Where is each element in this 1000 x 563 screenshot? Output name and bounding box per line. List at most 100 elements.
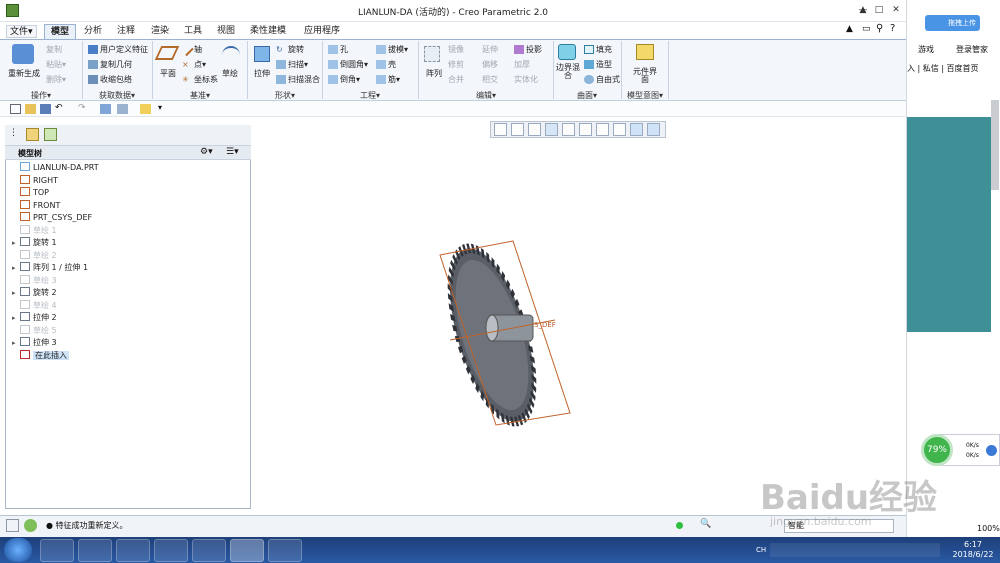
- plane-button[interactable]: 平面: [160, 68, 176, 79]
- show-menu-icon[interactable]: ☰▾: [226, 147, 239, 157]
- system-tray[interactable]: [770, 543, 940, 557]
- settings-icon[interactable]: ⚙▾: [200, 147, 213, 157]
- taskbar-paint-icon[interactable]: [268, 539, 302, 562]
- rib-button[interactable]: 筋▾: [376, 74, 400, 85]
- project-button[interactable]: 投影: [514, 44, 542, 55]
- copy-button[interactable]: 复制: [46, 44, 62, 55]
- tree-item[interactable]: FRONT: [12, 199, 60, 212]
- top-links[interactable]: 入 | 私信 | 百度首页: [907, 63, 979, 74]
- group-get-data-label[interactable]: 获取数据▾: [84, 90, 150, 100]
- expand-icon[interactable]: ▸: [12, 337, 20, 349]
- expand-icon[interactable]: ▸: [12, 312, 20, 324]
- undo-icon[interactable]: ↶: [55, 103, 63, 113]
- customize-qat-icon[interactable]: ▾: [158, 103, 162, 112]
- extend-button[interactable]: 延伸: [482, 44, 498, 55]
- revolve-button[interactable]: ↻ 旋转: [276, 44, 304, 55]
- close-window-icon[interactable]: [140, 104, 151, 114]
- chamfer-button[interactable]: 倒角▾: [328, 74, 360, 85]
- shell-button[interactable]: 壳: [376, 59, 396, 70]
- regenerate-small-icon[interactable]: [100, 104, 111, 114]
- solidify-button[interactable]: 实体化: [514, 74, 538, 85]
- redo-icon[interactable]: ↷: [78, 103, 86, 113]
- tab-tools[interactable]: 工具: [178, 24, 208, 39]
- scrollbar-thumb[interactable]: [991, 100, 999, 190]
- pattern-button[interactable]: 阵列: [426, 68, 442, 79]
- group-surfaces-label[interactable]: 曲面▾: [555, 90, 619, 100]
- find-icon[interactable]: 🔍: [700, 519, 714, 532]
- freestyle-button[interactable]: 自由式: [584, 74, 620, 85]
- tree-item[interactable]: 草绘 1: [12, 224, 57, 237]
- mirror-button[interactable]: 镜像: [448, 44, 464, 55]
- memory-gauge[interactable]: 79%: [921, 434, 953, 466]
- tab-view[interactable]: 视图: [211, 24, 241, 39]
- copy-geometry-button[interactable]: 复制几何: [88, 59, 132, 70]
- maximize-button[interactable]: □: [872, 4, 886, 16]
- language-indicator[interactable]: CH: [756, 546, 766, 554]
- group-engineering-label[interactable]: 工程▾: [324, 90, 416, 100]
- group-model-intent-label[interactable]: 模型意图▾: [622, 90, 668, 100]
- game-link[interactable]: 游戏: [918, 44, 934, 55]
- udf-button[interactable]: 用户定义特征: [88, 44, 148, 55]
- hole-button[interactable]: 孔: [328, 44, 348, 55]
- taskbar-creo-icon[interactable]: [230, 539, 264, 562]
- trim-button[interactable]: 修剪: [448, 59, 464, 70]
- style-button[interactable]: 造型: [584, 59, 612, 70]
- start-button[interactable]: [4, 538, 32, 562]
- view-manager-icon[interactable]: [596, 123, 609, 136]
- delete-button[interactable]: 删除▾: [46, 74, 66, 85]
- csys-button[interactable]: ✳ 坐标系: [182, 74, 218, 85]
- extrude-button[interactable]: 拉伸: [254, 68, 270, 79]
- upload-button[interactable]: 拖拽上传: [925, 15, 980, 31]
- tree-item[interactable]: LIANLUN-DA.PRT: [12, 162, 99, 174]
- annotation-display-icon[interactable]: [647, 123, 660, 136]
- folder-browser-tab-icon[interactable]: [26, 128, 39, 141]
- regenerate-button[interactable]: 重新生成: [8, 68, 40, 79]
- display-style-icon[interactable]: [562, 123, 575, 136]
- taskbar-explorer-icon[interactable]: [78, 539, 112, 562]
- round-button[interactable]: 倒圆角▾: [328, 59, 368, 70]
- group-edit-label[interactable]: 编辑▾: [420, 90, 552, 100]
- favorites-tab-icon[interactable]: [44, 128, 57, 141]
- tab-annotate[interactable]: 注释: [111, 24, 141, 39]
- clock[interactable]: 6:17 2018/6/22: [948, 540, 998, 560]
- tree-item[interactable]: ▸ 旋转 1: [12, 237, 57, 249]
- component-interface-button[interactable]: 元件界面: [632, 68, 658, 84]
- sketch-button[interactable]: 草绘: [222, 68, 238, 79]
- taskbar-media-icon[interactable]: [116, 539, 150, 562]
- repaint-icon[interactable]: [545, 123, 558, 136]
- browser-toggle-icon[interactable]: [24, 519, 37, 532]
- saved-orientations-icon[interactable]: [579, 123, 592, 136]
- window-icon[interactable]: ▭: [862, 24, 871, 34]
- shrinkwrap-button[interactable]: 收缩包络: [88, 74, 132, 85]
- ribbon-collapse-icon[interactable]: ▲: [846, 24, 853, 34]
- paste-button[interactable]: 粘贴▾: [46, 59, 66, 70]
- help-question-icon[interactable]: ?: [890, 23, 895, 34]
- tab-analysis[interactable]: 分析: [78, 24, 108, 39]
- axis-button[interactable]: 轴: [180, 42, 202, 57]
- merge-button[interactable]: 合并: [448, 74, 464, 85]
- zoom-in-icon[interactable]: [511, 123, 524, 136]
- tree-item[interactable]: ▸ 拉伸 2: [12, 312, 57, 324]
- expand-icon[interactable]: ▸: [12, 262, 20, 274]
- zoom-out-icon[interactable]: [528, 123, 541, 136]
- taskbar-360-icon[interactable]: [192, 539, 226, 562]
- tree-item[interactable]: 草绘 2: [12, 249, 57, 262]
- group-operations-label[interactable]: 操作▾: [6, 90, 76, 100]
- login-link[interactable]: 登录管家: [956, 44, 988, 55]
- tree-item[interactable]: RIGHT: [12, 174, 58, 187]
- search-icon[interactable]: ⚲: [876, 23, 883, 34]
- datum-display-icon[interactable]: [613, 123, 626, 136]
- refit-icon[interactable]: [494, 123, 507, 136]
- tab-model[interactable]: 模型: [44, 24, 77, 39]
- tree-item[interactable]: ▸ 阵列 1 / 拉伸 1: [12, 262, 88, 274]
- windows-icon[interactable]: [117, 104, 128, 114]
- taskbar-baidu-icon[interactable]: [154, 539, 188, 562]
- tree-item[interactable]: PRT_CSYS_DEF: [12, 212, 92, 224]
- draft-button[interactable]: 拔模▾: [376, 44, 408, 55]
- intersect-button[interactable]: 相交: [482, 74, 498, 85]
- group-shape-label[interactable]: 形状▾: [250, 90, 320, 100]
- minimize-button[interactable]: —: [856, 4, 870, 16]
- speed-up-icon[interactable]: [986, 445, 997, 456]
- tree-item[interactable]: 草绘 4: [12, 299, 57, 312]
- tree-item[interactable]: TOP: [12, 187, 49, 199]
